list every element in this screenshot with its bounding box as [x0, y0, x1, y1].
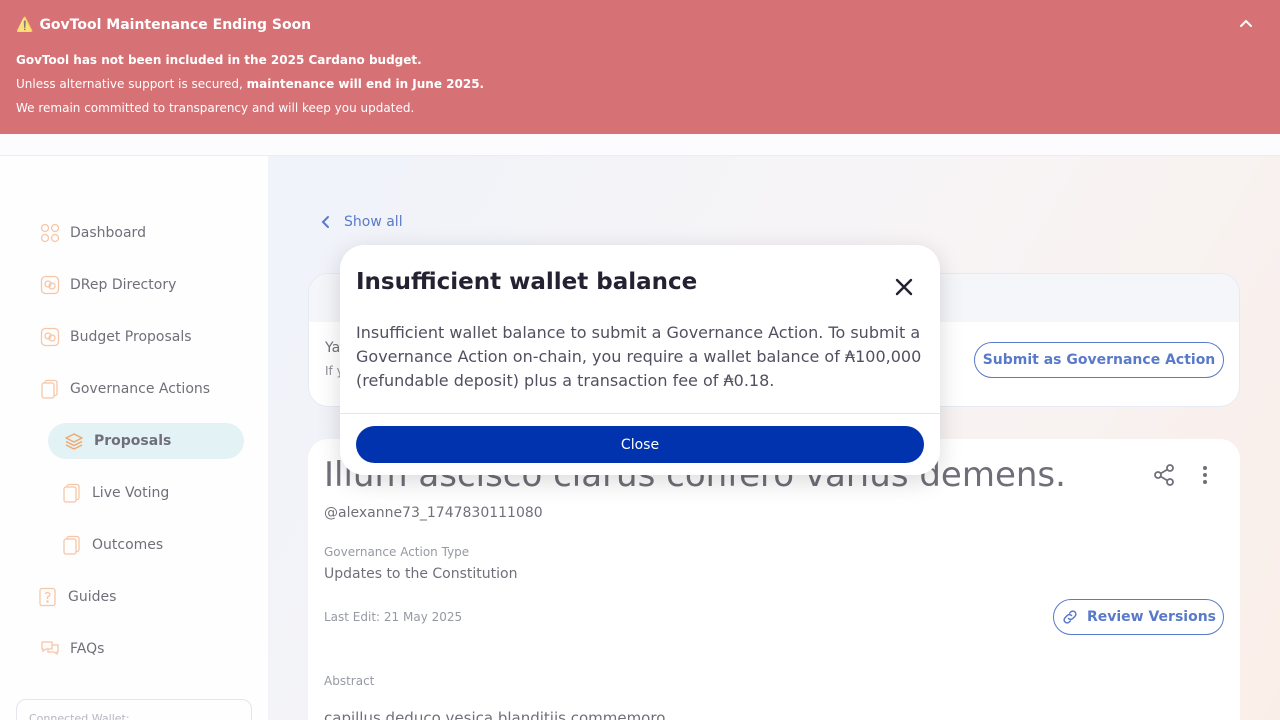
close-button[interactable]: Close: [356, 426, 924, 463]
modal-title: Insufficient wallet balance: [356, 269, 698, 295]
close-icon[interactable]: [892, 275, 916, 299]
insufficient-balance-modal: Insufficient wallet balance Insufficient…: [340, 245, 940, 475]
close-button-label: Close: [620, 436, 660, 453]
modal-body: Insufficient wallet balance to submit a …: [356, 323, 922, 390]
modal-divider: [340, 413, 940, 414]
